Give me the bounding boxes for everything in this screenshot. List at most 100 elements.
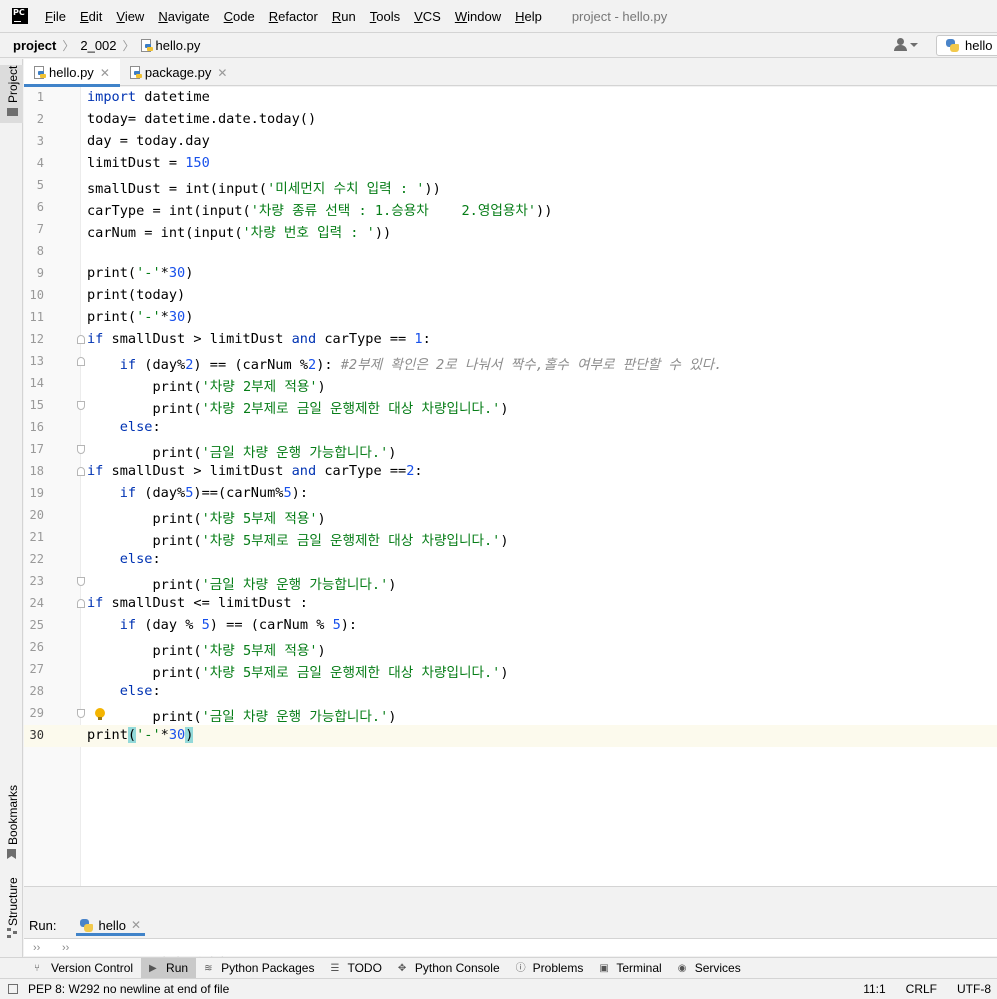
- code-line[interactable]: 24 if smallDust <= limitDust :: [24, 593, 997, 615]
- code-line[interactable]: 13 if (day%2) == (carNum %2): #2부제 확인은 2…: [24, 351, 997, 373]
- user-account-icon[interactable]: [893, 38, 919, 52]
- fold-marker-icon[interactable]: [77, 335, 85, 344]
- line-number[interactable]: 3: [24, 134, 44, 148]
- code-line[interactable]: 29 print('금일 차량 운행 가능합니다.'): [24, 703, 997, 725]
- menu-code[interactable]: Code: [224, 9, 255, 24]
- breadcrumb-file[interactable]: hello.py: [156, 38, 201, 53]
- line-number[interactable]: 15: [24, 398, 44, 412]
- fold-marker-icon[interactable]: [77, 467, 85, 476]
- tool-window-python-console[interactable]: ✥ Python Console: [390, 958, 508, 979]
- line-number[interactable]: 13: [24, 354, 44, 368]
- line-number[interactable]: 22: [24, 552, 44, 566]
- code-line[interactable]: 14 print('차량 2부제 적용'): [24, 373, 997, 395]
- fold-marker-icon[interactable]: [77, 599, 85, 608]
- line-number[interactable]: 14: [24, 376, 44, 390]
- tool-window-run[interactable]: ▶ Run: [141, 957, 197, 979]
- code-line[interactable]: 28 else:: [24, 681, 997, 703]
- expand-right-icon[interactable]: ››: [62, 942, 82, 954]
- code-line[interactable]: 17 print('금일 차량 운행 가능합니다.'): [24, 439, 997, 461]
- line-number[interactable]: 19: [24, 486, 44, 500]
- code-line[interactable]: 25 if (day % 5) == (carNum % 5):: [24, 615, 997, 637]
- tool-window-problems[interactable]: ⓘ Problems: [508, 958, 592, 979]
- menu-help[interactable]: Help: [515, 9, 542, 24]
- code-line[interactable]: 2 today= datetime.date.today(): [24, 109, 997, 131]
- line-number[interactable]: 17: [24, 442, 44, 456]
- breadcrumb-project[interactable]: project: [13, 38, 56, 53]
- fold-marker-icon[interactable]: [77, 709, 85, 718]
- line-separator[interactable]: CRLF: [906, 982, 937, 996]
- run-tab-hello[interactable]: hello ✕: [76, 912, 145, 938]
- caret-position[interactable]: 11:1: [863, 982, 885, 996]
- code-line[interactable]: 3 day = today.day: [24, 131, 997, 153]
- editor-tab-package[interactable]: package.py ✕: [120, 59, 238, 86]
- code-line[interactable]: 4 limitDust = 150: [24, 153, 997, 175]
- menu-run[interactable]: Run: [332, 9, 356, 24]
- code-line[interactable]: 18 if smallDust > limitDust and carType =…: [24, 461, 997, 483]
- line-number[interactable]: 20: [24, 508, 44, 522]
- code-line[interactable]: 8: [24, 241, 997, 263]
- code-line[interactable]: 6 carType = int(input('차량 종류 선택 : 1.승용차 2…: [24, 197, 997, 219]
- line-number[interactable]: 7: [24, 222, 44, 236]
- code-line[interactable]: 15 print('차량 2부제로 금일 운행제한 대상 차량입니다.'): [24, 395, 997, 417]
- menu-navigate[interactable]: Navigate: [158, 9, 209, 24]
- menu-vcs[interactable]: VCS: [414, 9, 441, 24]
- code-line[interactable]: 16 else:: [24, 417, 997, 439]
- toggle-tool-windows-icon[interactable]: [8, 984, 18, 994]
- tool-window-terminal[interactable]: ▣ Terminal: [591, 958, 669, 979]
- line-number[interactable]: 29: [24, 706, 44, 720]
- fold-marker-icon[interactable]: [77, 445, 85, 454]
- fold-marker-icon[interactable]: [77, 577, 85, 586]
- code-line[interactable]: 7 carNum = int(input('차량 번호 입력 : ')): [24, 219, 997, 241]
- line-number[interactable]: 8: [24, 244, 44, 258]
- line-number[interactable]: 1: [24, 90, 44, 104]
- tool-window-services[interactable]: ◉ Services: [670, 958, 749, 979]
- file-encoding[interactable]: UTF-8: [957, 982, 991, 996]
- menu-view[interactable]: View: [116, 9, 144, 24]
- line-number[interactable]: 26: [24, 640, 44, 654]
- code-line[interactable]: 19 if (day%5)==(carNum%5):: [24, 483, 997, 505]
- run-configuration-selector[interactable]: hello: [936, 35, 997, 56]
- menu-refactor[interactable]: Refactor: [269, 9, 318, 24]
- code-line[interactable]: 22 else:: [24, 549, 997, 571]
- line-number[interactable]: 16: [24, 420, 44, 434]
- line-number[interactable]: 12: [24, 332, 44, 346]
- line-number[interactable]: 11: [24, 310, 44, 324]
- code-line[interactable]: 5 smallDust = int(input('미세먼지 수치 입력 : ')): [24, 175, 997, 197]
- editor-tab-hello[interactable]: hello.py ✕: [24, 59, 120, 87]
- line-number[interactable]: 21: [24, 530, 44, 544]
- code-line[interactable]: 30 print('-'*30): [24, 725, 997, 747]
- tool-window-version-control[interactable]: ⑂ Version Control: [26, 958, 141, 979]
- close-icon[interactable]: ✕: [100, 66, 110, 80]
- code-line[interactable]: 20 print('차량 5부제 적용'): [24, 505, 997, 527]
- line-number[interactable]: 30: [24, 728, 44, 742]
- line-number[interactable]: 24: [24, 596, 44, 610]
- line-number[interactable]: 28: [24, 684, 44, 698]
- code-editor[interactable]: 1 import datetime 2 today= datetime.date.to…: [24, 87, 997, 886]
- tool-window-todo[interactable]: ☰ TODO: [322, 958, 389, 979]
- code-line[interactable]: 10 print(today): [24, 285, 997, 307]
- code-line[interactable]: 9 print('-'*30): [24, 263, 997, 285]
- breadcrumb-folder[interactable]: 2_002: [80, 38, 116, 53]
- line-number[interactable]: 2: [24, 112, 44, 126]
- code-line[interactable]: 11 print('-'*30): [24, 307, 997, 329]
- line-number[interactable]: 6: [24, 200, 44, 214]
- line-number[interactable]: 27: [24, 662, 44, 676]
- code-line[interactable]: 12 if smallDust > limitDust and carType =…: [24, 329, 997, 351]
- code-line[interactable]: 23 print('금일 차량 운행 가능합니다.'): [24, 571, 997, 593]
- line-number[interactable]: 4: [24, 156, 44, 170]
- menu-file[interactable]: File: [45, 9, 66, 24]
- line-number[interactable]: 5: [24, 178, 44, 192]
- close-icon[interactable]: ✕: [217, 66, 227, 80]
- line-number[interactable]: 25: [24, 618, 44, 632]
- code-line[interactable]: 27 print('차량 5부제로 금일 운행제한 대상 차량입니다.'): [24, 659, 997, 681]
- line-number[interactable]: 9: [24, 266, 44, 280]
- line-number[interactable]: 18: [24, 464, 44, 478]
- fold-marker-icon[interactable]: [77, 401, 85, 410]
- line-number[interactable]: 23: [24, 574, 44, 588]
- close-icon[interactable]: ✕: [131, 918, 141, 932]
- fold-marker-icon[interactable]: [77, 357, 85, 366]
- code-line[interactable]: 21 print('차량 5부제로 금일 운행제한 대상 차량입니다.'): [24, 527, 997, 549]
- menu-tools[interactable]: Tools: [370, 9, 400, 24]
- expand-left-icon[interactable]: ››: [33, 942, 53, 954]
- code-line[interactable]: 1 import datetime: [24, 87, 997, 109]
